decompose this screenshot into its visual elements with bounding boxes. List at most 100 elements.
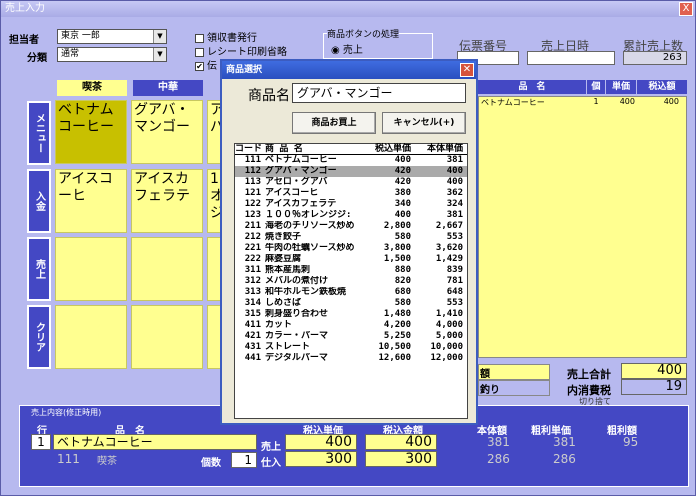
cancel-button[interactable]: キャンセル(+) [382, 112, 466, 134]
category-label: 分類 [27, 53, 47, 64]
product-row[interactable]: 313 和牛ホルモン鉄板焼 680 648 [235, 287, 467, 298]
product-cell: 648 [446, 287, 463, 297]
sales-total-field[interactable]: 400 [365, 434, 437, 450]
product-list[interactable]: コード商 品 名税込単価 本体単価 111 ベトナムコーヒー 400 381 112 グアバ… [234, 143, 468, 419]
product-row[interactable]: 212 焼き餃子 580 553 [235, 232, 467, 243]
menu-cell[interactable]: 1 オ ジ [207, 169, 221, 233]
product-cell: 1,410 [435, 309, 463, 319]
product-cell: 311 [244, 265, 261, 275]
qty-field[interactable]: 1 [231, 452, 257, 468]
product-cell: 553 [446, 298, 463, 308]
menu-cell[interactable] [207, 305, 221, 369]
product-cell: 400 [394, 210, 411, 220]
sales-radio[interactable]: ◉ 売上 [331, 41, 363, 56]
slip-checkbox[interactable]: ✔ 伝 [195, 57, 217, 72]
chevron-down-icon[interactable]: ▼ [153, 30, 166, 43]
side-button-clear[interactable]: クリア [27, 305, 51, 369]
product-cell: 3,620 [435, 243, 463, 253]
menu-cell[interactable]: ベトナムコーヒー [55, 100, 127, 164]
dialog-titlebar: 商品選択 ✕ [222, 61, 476, 79]
product-cell: 312 [244, 276, 261, 286]
product-row[interactable]: 315 刺身盛り合わせ 1,480 1,410 [235, 309, 467, 320]
col-tax-price: 税込単価 [374, 144, 411, 154]
sales-label: 売上 [261, 442, 281, 453]
product-row[interactable]: 311 熊本産馬刺 880 839 [235, 265, 467, 276]
product-cell: 362 [446, 188, 463, 198]
product-rows[interactable]: 111 ベトナムコーヒー 400 381 112 グアバ・マンゴー 420 400 113 アセロ… [235, 155, 467, 364]
checkbox-icon[interactable] [195, 33, 204, 43]
menu-cell[interactable] [55, 237, 127, 301]
product-name-field[interactable]: グアバ・マンゴー [292, 83, 466, 103]
product-row[interactable]: 222 麻婆豆腐 1,500 1,429 [235, 254, 467, 265]
product-select-dialog: 商品選択 ✕ 商品名 グアバ・マンゴー 商品お買上 キャンセル(+) コード商 品… [220, 59, 478, 425]
menu-cell[interactable] [131, 305, 203, 369]
product-cell: 1,480 [383, 309, 411, 319]
menu-cell[interactable]: アイスコーヒ [55, 169, 127, 233]
product-cell: 4,200 [383, 320, 411, 330]
menu-cell[interactable] [207, 237, 221, 301]
dialog-close-icon[interactable]: ✕ [460, 63, 474, 77]
skip-print-checkbox[interactable]: レシート印刷省略 [195, 43, 287, 58]
category-select[interactable]: 通常 ▼ [57, 47, 167, 62]
product-row[interactable]: 221 牛肉の牡蠣ソース炒め 3,800 3,620 [235, 243, 467, 254]
product-cell: 12,600 [378, 353, 411, 363]
window-close-button[interactable]: X [679, 2, 693, 16]
side-button-deposit[interactable]: 入金 [27, 169, 51, 233]
product-row[interactable]: 441 デジタルパーマ 12,600 12,000 [235, 353, 467, 364]
product-row[interactable]: 122 アイスカフェラテ 340 324 [235, 199, 467, 210]
menu-cell[interactable] [55, 305, 127, 369]
product-row[interactable]: 113 アセロ・グアバ 420 400 [235, 177, 467, 188]
checkbox-icon[interactable] [195, 47, 204, 57]
staff-select[interactable]: 東京 一郎 ▼ [57, 29, 167, 44]
product-cell: 2,800 [383, 221, 411, 231]
buy-button[interactable]: 商品お買上 [292, 112, 376, 134]
receipt-checkbox[interactable]: 領収書発行 [195, 29, 257, 44]
checkbox-checked-icon[interactable]: ✔ [195, 61, 204, 71]
side-button-menu[interactable]: メニュー [27, 101, 51, 165]
product-cell: 111 [244, 155, 261, 165]
product-row[interactable]: 211 海老のチリソース炒め 2,800 2,667 [235, 221, 467, 232]
menu-cell[interactable]: グアバ・マンゴー [131, 100, 203, 164]
side-button-sales[interactable]: 売上 [27, 237, 51, 301]
product-cell: 和牛ホルモン鉄板焼 [265, 287, 347, 297]
product-row[interactable]: 123 １００％オレンジジ: 400 381 [235, 210, 467, 221]
stock-total-field[interactable]: 300 [365, 451, 437, 467]
cart-header-qty: 個 [587, 80, 605, 94]
base-sales: 381 [487, 435, 510, 449]
stock-unit-field[interactable]: 300 [285, 451, 357, 467]
product-row[interactable]: 111 ベトナムコーヒー 400 381 [235, 155, 467, 166]
product-row[interactable]: 314 しめさば 580 553 [235, 298, 467, 309]
menu-cell[interactable]: アイ パ [207, 100, 221, 164]
tab-chuka[interactable]: 中華 [133, 80, 203, 96]
product-cell: 麻婆豆腐 [265, 254, 302, 264]
detail-name-field[interactable]: ベトナムコーヒー [53, 434, 257, 450]
cart-row[interactable]: ベトナムコーヒー 1 400 400 [479, 97, 686, 108]
product-row[interactable]: 121 アイスコーヒ 380 362 [235, 188, 467, 199]
product-row[interactable]: 112 グアバ・マンゴー 420 400 [235, 166, 467, 177]
tab-kissa[interactable]: 喫茶 [57, 80, 127, 96]
product-row[interactable]: 431 ストレート 10,500 10,000 [235, 342, 467, 353]
sales-unit-field[interactable]: 400 [285, 434, 357, 450]
cart-list[interactable]: ベトナムコーヒー 1 400 400 [478, 96, 687, 358]
product-row[interactable]: 411 カット 4,200 4,000 [235, 320, 467, 331]
qty-label: 個数 [201, 458, 221, 469]
row-field[interactable]: 1 [31, 434, 51, 450]
menu-cell[interactable] [131, 237, 203, 301]
product-row[interactable]: 421 カラー・パーマ 5,250 5,000 [235, 331, 467, 342]
product-cell: 海老のチリソース炒め [265, 221, 355, 231]
cart-header-name: 品 名 [478, 80, 586, 94]
product-cell: 400 [394, 155, 411, 165]
product-cell: 839 [446, 265, 463, 275]
amount-label: 額 [480, 369, 490, 380]
product-cell: 400 [446, 166, 463, 176]
product-cell: 400 [446, 177, 463, 187]
dialog-title: 商品選択 [226, 65, 263, 75]
menu-cell[interactable]: アイスカフェラテ [131, 169, 203, 233]
product-row[interactable]: 312 メバルの煮付け 820 781 [235, 276, 467, 287]
col-code: コード [235, 144, 263, 154]
product-cell: ストレート [265, 342, 311, 352]
chevron-down-icon[interactable]: ▼ [153, 48, 166, 61]
product-cell: 680 [394, 287, 411, 297]
sales-date-field[interactable] [527, 51, 615, 65]
stock-label: 仕入 [261, 458, 281, 469]
